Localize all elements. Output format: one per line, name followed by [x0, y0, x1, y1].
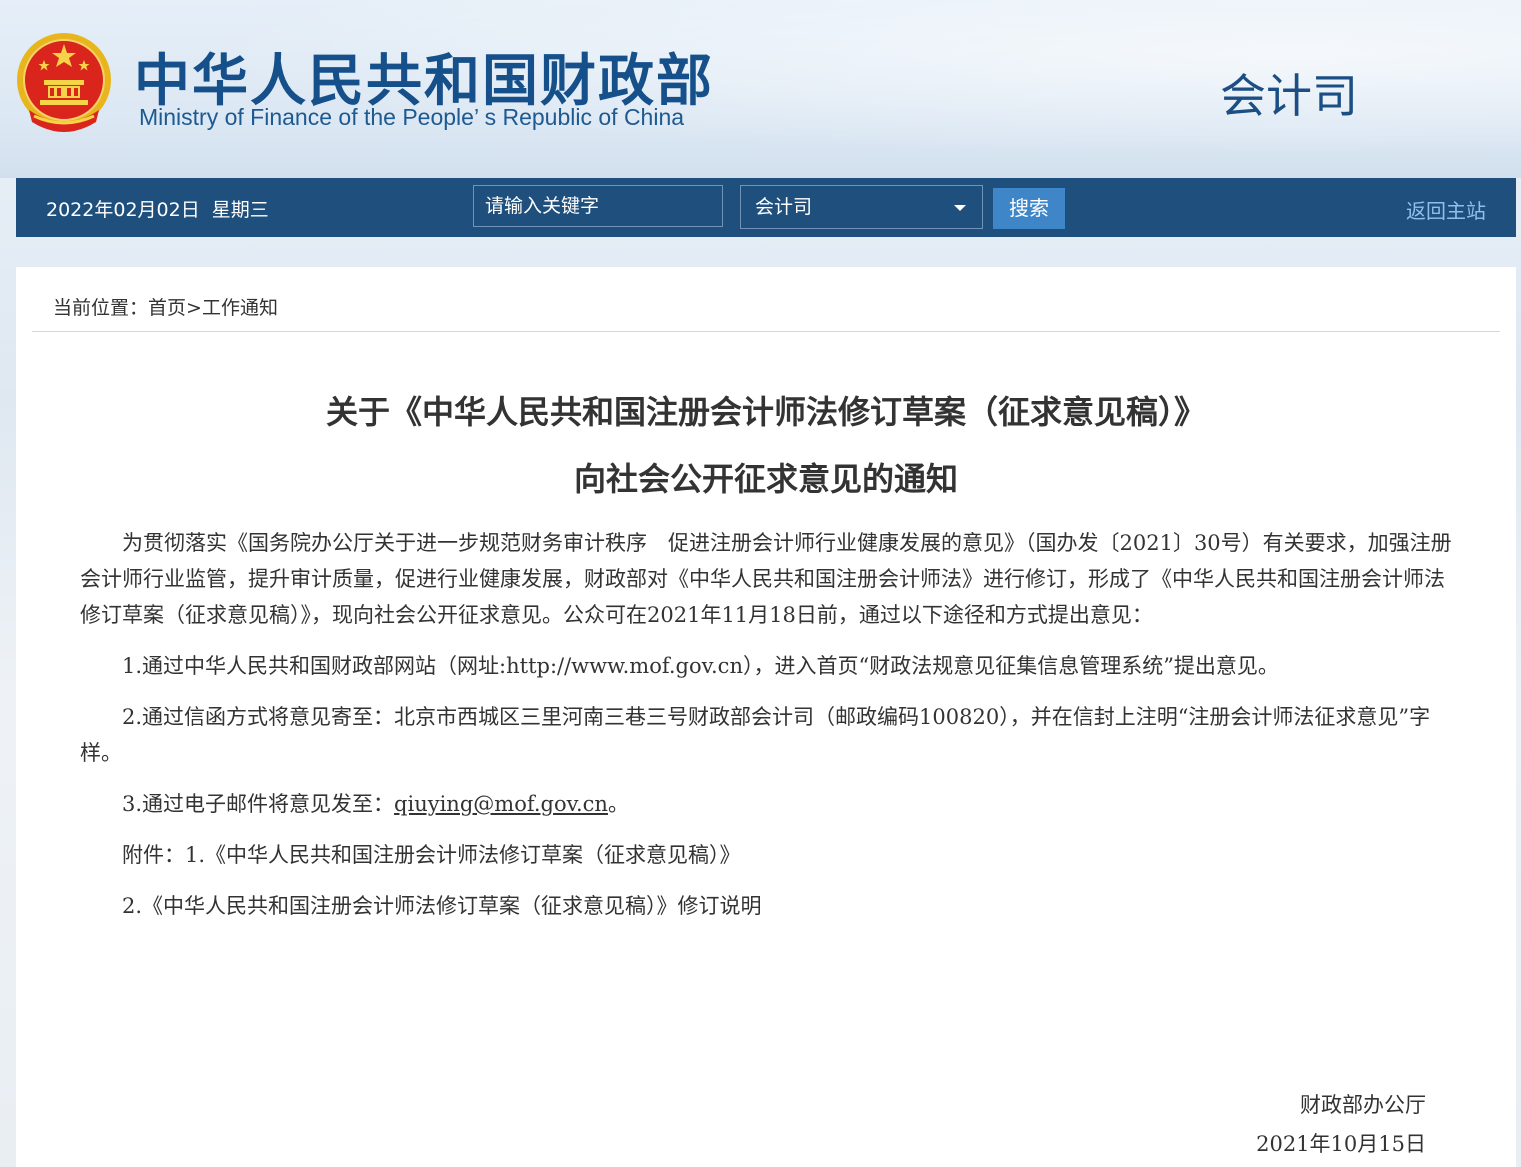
method-item-3-end: 。 [607, 792, 629, 816]
breadcrumb-current-link[interactable]: 工作通知 [202, 297, 278, 319]
search-input[interactable] [473, 185, 723, 227]
search-button[interactable]: 搜索 [993, 188, 1065, 229]
return-home-link[interactable]: 返回主站 [1406, 195, 1486, 224]
intro-paragraph: 为贯彻落实《国务院办公厅关于进一步规范财务审计秩序 促进注册会计师行业健康发展的… [80, 531, 1452, 627]
date-text: 2022年02月02日 [46, 199, 200, 221]
email-link[interactable]: qiuying@mof.gov.cn [394, 792, 608, 816]
content-panel: 当前位置：首页>工作通知 关于《中华人民共和国注册会计师法修订草案（征求意见稿）… [16, 267, 1516, 1167]
site-header: 中华人民共和国财政部 Ministry of Finance of the Pe… [0, 0, 1521, 178]
divider [32, 331, 1500, 332]
attachment-2: 2.《中华人民共和国注册会计师法修订草案（征求意见稿）》修订说明 [122, 894, 762, 918]
article-title-line1: 关于《中华人民共和国注册会计师法修订草案（征求意见稿）》 [325, 393, 1206, 431]
method-item-2: 2.通过信函方式将意见寄至：北京市西城区三里河南三巷三号财政部会计司（邮政编码1… [80, 705, 1431, 765]
breadcrumb-separator: > [186, 297, 202, 319]
issuer-signature: 财政部办公厅 [1300, 1093, 1426, 1117]
weekday-text: 星期三 [211, 199, 269, 221]
method-item-1: 1.通过中华人民共和国财政部网站（网址:http://www.mof.gov.c… [122, 654, 1279, 678]
top-navbar: 2022年02月02日星期三 会计司 搜索 返回主站 [16, 178, 1516, 237]
search-scope-select[interactable]: 会计司 [740, 185, 983, 229]
breadcrumb-label: 当前位置： [53, 297, 149, 319]
article-title-line2: 向社会公开征求意见的通知 [573, 460, 958, 498]
search-scope-value: 会计司 [755, 196, 813, 218]
department-name: 会计司 [1220, 69, 1358, 123]
method-item-3-text: 3.通过电子邮件将意见发至： [122, 792, 395, 816]
current-date: 2022年02月02日 星期三 [46, 195, 269, 222]
article-body: 为贯彻落实《国务院办公厅关于进一步规范财务审计秩序 促进注册会计师行业健康发展的… [80, 525, 1452, 939]
issue-date: 2021年10月15日 [1256, 1132, 1426, 1156]
method-item-3: 3.通过电子邮件将意见发至：qiuying@mof.gov.cn。 [80, 786, 1452, 822]
attachment-1: 附件：1.《中华人民共和国注册会计师法修订草案（征求意见稿）》 [122, 843, 741, 867]
national-emblem-icon [17, 33, 111, 132]
chevron-down-icon [954, 205, 966, 211]
breadcrumb-home-link[interactable]: 首页 [148, 297, 186, 319]
breadcrumb: 当前位置：首页>工作通知 [53, 293, 278, 320]
ministry-name-en: Ministry of Finance of the People’ s Rep… [139, 104, 685, 130]
